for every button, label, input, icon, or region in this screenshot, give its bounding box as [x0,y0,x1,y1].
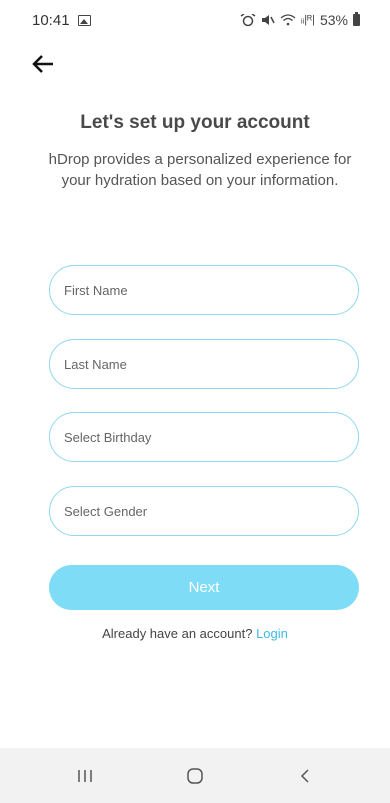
battery-percent: 53% [319,12,348,28]
recent-apps-icon [78,769,92,782]
home-icon [187,767,203,784]
birthday-field[interactable] [49,412,359,462]
status-bar: 10:41 ᵢᵢ|ᴿ| 53% [0,0,390,40]
battery-icon [353,12,360,26]
recent-apps-button[interactable] [65,756,105,796]
page-subtitle: hDrop provides a personalized experience… [48,151,352,189]
status-left: 10:41 [32,12,91,29]
page-title: Let's set up your account [80,112,310,133]
gallery-notification-icon [77,14,91,26]
wifi-icon [280,14,296,26]
login-prompt-text: Already have an account? [102,626,253,641]
gender-field[interactable] [49,486,359,536]
login-link[interactable]: Login [256,626,288,641]
status-right: ᵢᵢ|ᴿ| 53% [240,12,360,28]
last-name-field[interactable] [49,339,359,389]
status-time: 10:41 [32,11,70,29]
back-chevron-icon [300,768,309,783]
alarm-icon [240,14,256,26]
system-nav-bar [0,748,390,803]
mute-icon [261,15,275,25]
arrow-left-icon [32,55,53,73]
account-setup-screen: 10:41 ᵢᵢ|ᴿ| 53% Let's set up your accoun… [0,0,390,803]
back-button[interactable] [28,50,58,78]
first-name-field[interactable] [49,265,359,315]
signal-text: ᵢᵢ|ᴿ| [300,14,315,26]
login-prompt: Already have an account? Login [0,626,390,641]
nav-back-button[interactable] [285,756,325,796]
next-button[interactable]: Next [49,565,359,610]
home-button[interactable] [175,756,215,796]
